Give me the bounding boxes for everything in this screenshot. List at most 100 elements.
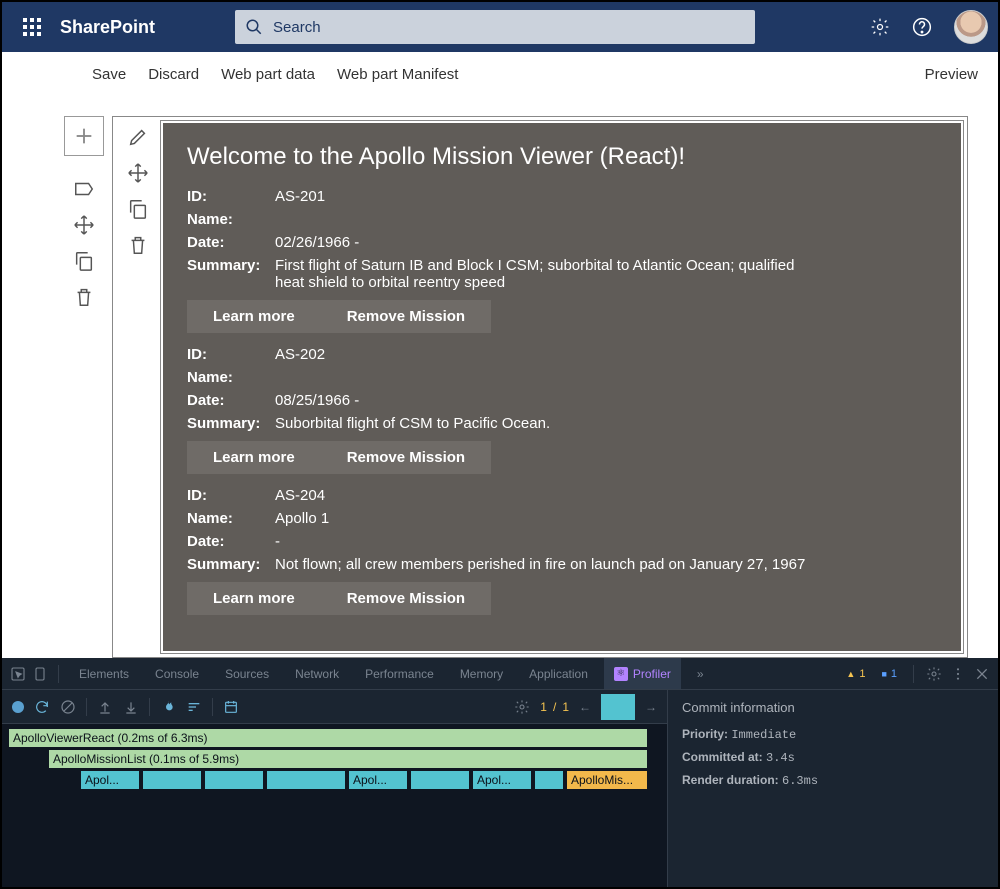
- committed-label: Committed at:: [682, 750, 763, 764]
- download-icon[interactable]: [123, 699, 139, 715]
- mission-summary-value: Not flown; all crew members perished in …: [275, 556, 805, 573]
- flame-bar-item-warn[interactable]: ApolloMis...: [566, 770, 648, 790]
- flame-bar-item[interactable]: Apol...: [348, 770, 408, 790]
- app-launcher-button[interactable]: [12, 7, 52, 47]
- remove-mission-button[interactable]: Remove Mission: [321, 582, 491, 615]
- flame-bar-list[interactable]: ApolloMissionList (0.1ms of 5.9ms): [48, 749, 648, 769]
- webpart-manifest-button[interactable]: Web part Manifest: [337, 66, 458, 83]
- flame-bar-item[interactable]: [204, 770, 264, 790]
- flame-bar-item[interactable]: [142, 770, 202, 790]
- search-icon: [245, 18, 263, 36]
- add-section-button[interactable]: [64, 116, 104, 156]
- delete-icon[interactable]: [73, 286, 95, 308]
- save-button[interactable]: Save: [92, 66, 126, 83]
- help-icon[interactable]: [912, 17, 932, 37]
- remove-mission-button[interactable]: Remove Mission: [321, 300, 491, 333]
- mission-date-label: Date:: [187, 234, 275, 251]
- plus-icon: [73, 125, 95, 147]
- move-icon[interactable]: [127, 162, 149, 184]
- flame-bar-item[interactable]: Apol...: [80, 770, 140, 790]
- kebab-icon[interactable]: [950, 666, 966, 682]
- learn-more-button[interactable]: Learn more: [187, 300, 321, 333]
- mission-summary-label: Summary:: [187, 257, 275, 291]
- tab-sources[interactable]: Sources: [215, 658, 279, 689]
- discard-button[interactable]: Discard: [148, 66, 199, 83]
- profiler-settings-icon[interactable]: [514, 699, 530, 715]
- tab-elements[interactable]: Elements: [69, 658, 139, 689]
- webpart-data-button[interactable]: Web part data: [221, 66, 315, 83]
- pager-sep: /: [553, 700, 556, 714]
- mission-id-label: ID:: [187, 346, 275, 363]
- learn-more-button[interactable]: Learn more: [187, 582, 321, 615]
- move-icon[interactable]: [73, 214, 95, 236]
- gear-icon[interactable]: [870, 17, 890, 37]
- webpart-title: Welcome to the Apollo Mission Viewer (Re…: [187, 143, 937, 171]
- edit-icon[interactable]: [127, 126, 149, 148]
- learn-more-button[interactable]: Learn more: [187, 441, 321, 474]
- mission-id-value: AS-204: [275, 487, 325, 504]
- search-placeholder: Search: [273, 19, 321, 36]
- flame-bar-item[interactable]: Apol...: [472, 770, 532, 790]
- committed-value: 3.4s: [766, 751, 795, 765]
- waffle-icon: [23, 18, 41, 36]
- copy-icon[interactable]: [127, 198, 149, 220]
- mission-id-value: AS-202: [275, 346, 325, 363]
- flame-icon[interactable]: [160, 699, 176, 715]
- delete-icon[interactable]: [127, 234, 149, 256]
- tab-performance[interactable]: Performance: [355, 658, 444, 689]
- tab-profiler[interactable]: ⚛Profiler: [604, 658, 681, 689]
- tab-memory[interactable]: Memory: [450, 658, 513, 689]
- upload-icon[interactable]: [97, 699, 113, 715]
- pager-next[interactable]: →: [645, 700, 657, 714]
- clear-icon[interactable]: [60, 699, 76, 715]
- device-icon[interactable]: [32, 666, 48, 682]
- commit-pager: 1 / 1: [540, 700, 569, 714]
- label-icon[interactable]: [73, 178, 95, 200]
- mission-id-label: ID:: [187, 188, 275, 205]
- error-badge[interactable]: 1: [877, 667, 901, 681]
- settings-icon[interactable]: [926, 666, 942, 682]
- mission-date-label: Date:: [187, 392, 275, 409]
- flame-bar-item[interactable]: [534, 770, 564, 790]
- tab-application[interactable]: Application: [519, 658, 598, 689]
- warning-badge[interactable]: 1: [842, 667, 869, 681]
- mission-summary-value: Suborbital flight of CSM to Pacific Ocea…: [275, 415, 550, 432]
- tab-more[interactable]: »: [687, 658, 714, 689]
- product-name: SharePoint: [60, 17, 155, 38]
- inspect-icon[interactable]: [10, 666, 26, 682]
- mission-name-label: Name:: [187, 369, 275, 386]
- mission-date-value: 02/26/1966 -: [275, 234, 359, 251]
- webpart-toolbar: [116, 120, 160, 654]
- profiler-toolbar: 1 / 1 ← →: [2, 690, 667, 724]
- section-toolbar: [62, 116, 106, 658]
- pager-current: 1: [540, 700, 547, 714]
- interactions-icon[interactable]: [223, 699, 239, 715]
- close-icon[interactable]: [974, 666, 990, 682]
- devtools-tabbar: Elements Console Sources Network Perform…: [2, 658, 998, 690]
- record-button[interactable]: [12, 701, 24, 713]
- remove-mission-button[interactable]: Remove Mission: [321, 441, 491, 474]
- preview-button[interactable]: Preview: [925, 66, 978, 83]
- mission-date-value: -: [275, 533, 280, 550]
- user-avatar[interactable]: [954, 10, 988, 44]
- canvas-area: Welcome to the Apollo Mission Viewer (Re…: [2, 96, 998, 658]
- suite-bar: SharePoint Search: [2, 2, 998, 52]
- devtools-panel: Elements Console Sources Network Perform…: [2, 658, 998, 887]
- pager-total: 1: [562, 700, 569, 714]
- copy-icon[interactable]: [73, 250, 95, 272]
- flame-graph: ApolloViewerReact (0.2ms of 6.3ms) Apoll…: [2, 724, 667, 887]
- mission-name-value: Apollo 1: [275, 510, 329, 527]
- flame-bar-root[interactable]: ApolloViewerReact (0.2ms of 6.3ms): [8, 728, 648, 748]
- flame-bar-item[interactable]: [410, 770, 470, 790]
- mission-id-label: ID:: [187, 487, 275, 504]
- flame-bar-item[interactable]: [266, 770, 346, 790]
- tab-network[interactable]: Network: [285, 658, 349, 689]
- mission-summary-label: Summary:: [187, 415, 275, 432]
- commit-bar[interactable]: [601, 694, 635, 720]
- search-box[interactable]: Search: [235, 10, 755, 44]
- tab-console[interactable]: Console: [145, 658, 209, 689]
- ranked-icon[interactable]: [186, 699, 202, 715]
- mission-summary-value: First flight of Saturn IB and Block I CS…: [275, 257, 815, 291]
- reload-icon[interactable]: [34, 699, 50, 715]
- pager-prev[interactable]: ←: [579, 700, 591, 714]
